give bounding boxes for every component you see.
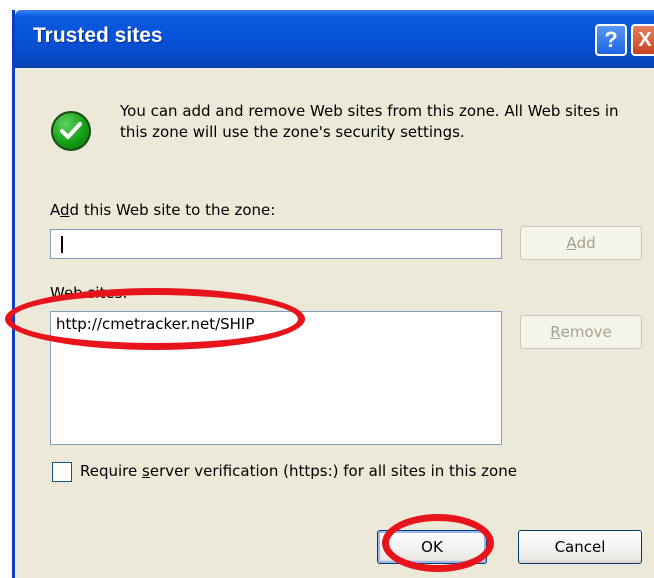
dialog-body: You can add and remove Web sites from th… xyxy=(15,68,654,578)
text-caret xyxy=(61,236,63,253)
trusted-sites-dialog: Trusted sites ? X You can add and remove… xyxy=(12,10,654,578)
help-button[interactable]: ? xyxy=(595,24,627,56)
info-message: You can add and remove Web sites from th… xyxy=(120,102,619,141)
cancel-button[interactable]: Cancel xyxy=(518,530,642,564)
title-bar[interactable]: Trusted sites ? X xyxy=(15,10,654,68)
add-site-label: Add this Web site to the zone: xyxy=(50,201,276,219)
checkmark-shield-icon xyxy=(51,111,91,151)
require-https-checkbox[interactable] xyxy=(52,462,72,482)
web-sites-list[interactable]: http://cmetracker.net/SHIP xyxy=(50,311,502,445)
close-icon: X xyxy=(638,28,652,51)
add-button[interactable]: Add xyxy=(520,226,642,260)
help-icon: ? xyxy=(604,27,618,52)
window-title: Trusted sites xyxy=(33,24,163,47)
web-sites-label: Web sites: xyxy=(50,284,128,302)
close-button[interactable]: X xyxy=(631,24,654,56)
require-https-label[interactable]: Require server verification (https:) for… xyxy=(80,462,517,480)
ok-button[interactable]: OK xyxy=(377,530,487,564)
remove-button[interactable]: Remove xyxy=(520,315,642,349)
list-item[interactable]: http://cmetracker.net/SHIP xyxy=(56,315,254,333)
add-site-input[interactable] xyxy=(50,229,502,259)
